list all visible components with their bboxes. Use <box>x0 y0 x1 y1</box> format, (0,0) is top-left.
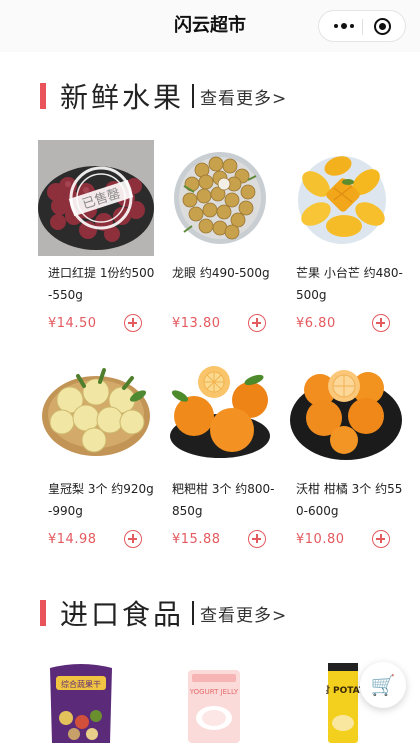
product-name: 龙眼 约490-500g <box>172 266 270 280</box>
more-options-icon[interactable] <box>329 11 359 41</box>
product-price: ¥15.88 <box>172 532 221 547</box>
product-image-yogurt-jelly[interactable]: YOGURT JELLY <box>186 670 242 743</box>
navigation-bar: 闪云超市 <box>0 0 420 52</box>
add-to-cart-icon[interactable] <box>372 314 390 332</box>
product-card[interactable]: 芒果 小台芒 约480-500g ¥6.80 <box>286 140 403 332</box>
product-name: 进口红提 1份约500-550g <box>48 266 155 302</box>
product-card[interactable]: 沃柑 柑橘 3个 约550-600g ¥10.80 <box>286 356 402 548</box>
product-price: ¥14.50 <box>48 316 97 331</box>
section-header-imports: 进口食品 查看更多> <box>40 593 287 633</box>
product-card[interactable]: 皇冠梨 3个 约920g-990g ¥14.98 <box>38 356 154 548</box>
product-image-longan <box>174 152 266 244</box>
package-label: 综合蔬果干 <box>61 679 101 689</box>
product-name: 沃柑 柑橘 3个 约550-600g <box>296 482 403 518</box>
menu-capsule <box>318 10 406 42</box>
close-miniprogram-icon[interactable] <box>374 18 391 35</box>
package-label: YOGURT JELLY <box>189 688 239 696</box>
product-card[interactable]: 粑粑柑 3个 约800-850g ¥15.88 <box>162 356 278 548</box>
product-image-wogan <box>290 370 402 460</box>
product-card[interactable]: 龙眼 约490-500g ¥13.80 <box>162 140 278 332</box>
product-image-pear <box>42 368 150 456</box>
product-price: ¥14.98 <box>48 532 97 547</box>
product-image-grapes: 已售罄 <box>38 140 154 256</box>
product-price: ¥6.80 <box>296 316 336 331</box>
view-more-link[interactable]: 查看更多> <box>200 601 287 626</box>
section-header-fruits: 新鲜水果 查看更多> <box>40 76 287 116</box>
product-price: ¥10.80 <box>296 532 345 547</box>
add-to-cart-icon[interactable] <box>248 314 266 332</box>
add-to-cart-icon[interactable] <box>124 314 142 332</box>
product-price: ¥13.80 <box>172 316 221 331</box>
package-label: 예감 POTATO <box>326 684 360 696</box>
add-to-cart-icon[interactable] <box>372 530 390 548</box>
product-image-tangerine <box>170 366 270 458</box>
product-image-dried-fruit[interactable]: 综合蔬果干 <box>46 660 116 743</box>
section-title: 进口食品 <box>60 598 185 631</box>
product-image-mango <box>298 156 386 244</box>
product-name: 皇冠梨 3个 约920g-990g <box>48 482 154 518</box>
add-to-cart-icon[interactable] <box>248 530 266 548</box>
product-image-potato-snack[interactable]: 예감 POTATO <box>326 663 360 743</box>
section-title: 新鲜水果 <box>60 81 185 114</box>
view-more-link[interactable]: 查看更多> <box>200 84 287 109</box>
product-name: 粑粑柑 3个 约800-850g <box>172 482 275 518</box>
cart-icon: 🛒 <box>370 673 396 697</box>
section-divider <box>192 84 195 108</box>
section-divider <box>192 601 195 625</box>
page: 闪云超市 新鲜水果 查看更多> 已售罄 进口红提 1份约500-550g ¥14… <box>0 0 420 743</box>
floating-cart-button[interactable]: 🛒 <box>360 662 406 708</box>
section-accent-bar <box>40 83 46 109</box>
section-accent-bar <box>40 600 46 626</box>
add-to-cart-icon[interactable] <box>124 530 142 548</box>
product-name: 芒果 小台芒 约480-500g <box>296 266 403 302</box>
capsule-divider <box>362 19 363 35</box>
product-card[interactable]: 已售罄 进口红提 1份约500-550g ¥14.50 <box>38 140 154 332</box>
